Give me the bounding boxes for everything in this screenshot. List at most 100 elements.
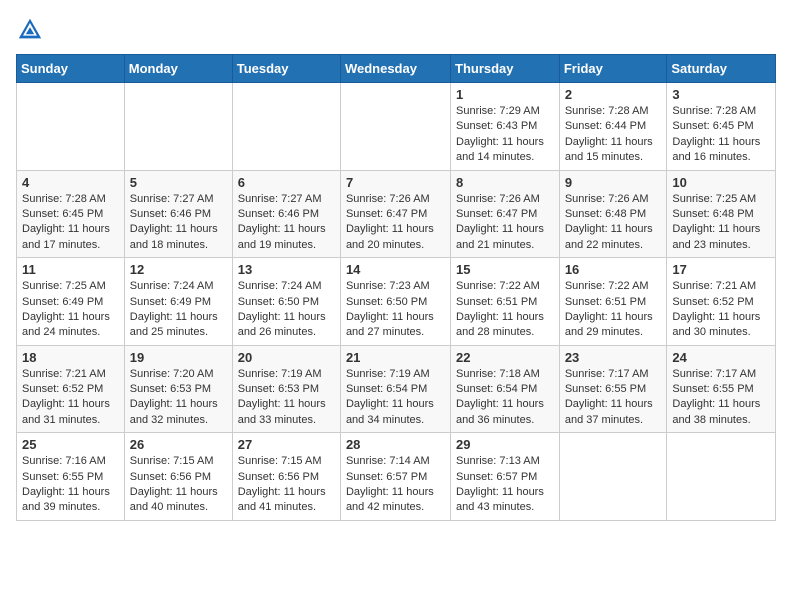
page-header xyxy=(16,16,776,44)
day-cell: 5 Sunrise: 7:27 AMSunset: 6:46 PMDaylight… xyxy=(124,170,232,258)
col-header-saturday: Saturday xyxy=(667,55,776,83)
day-number: 25 xyxy=(22,437,119,452)
logo-icon xyxy=(16,16,44,44)
day-cell xyxy=(124,83,232,171)
col-header-wednesday: Wednesday xyxy=(340,55,450,83)
day-number: 14 xyxy=(346,262,445,277)
day-info: Sunrise: 7:16 AMSunset: 6:55 PMDaylight:… xyxy=(22,454,119,516)
day-cell: 21 Sunrise: 7:19 AMSunset: 6:54 PMDayligh… xyxy=(340,345,450,433)
day-cell: 11 Sunrise: 7:25 AMSunset: 6:49 PMDayligh… xyxy=(17,258,125,346)
day-number: 8 xyxy=(456,175,554,190)
week-row-3: 11 Sunrise: 7:25 AMSunset: 6:49 PMDayligh… xyxy=(17,258,776,346)
day-number: 17 xyxy=(672,262,770,277)
day-number: 10 xyxy=(672,175,770,190)
day-info: Sunrise: 7:23 AMSunset: 6:50 PMDaylight:… xyxy=(346,279,445,341)
day-number: 11 xyxy=(22,262,119,277)
day-cell xyxy=(340,83,450,171)
day-number: 26 xyxy=(130,437,227,452)
day-info: Sunrise: 7:19 AMSunset: 6:54 PMDaylight:… xyxy=(346,367,445,429)
day-cell: 26 Sunrise: 7:15 AMSunset: 6:56 PMDayligh… xyxy=(124,433,232,521)
day-info: Sunrise: 7:27 AMSunset: 6:46 PMDaylight:… xyxy=(130,192,227,254)
day-number: 13 xyxy=(238,262,335,277)
day-info: Sunrise: 7:21 AMSunset: 6:52 PMDaylight:… xyxy=(672,279,770,341)
day-number: 12 xyxy=(130,262,227,277)
day-cell xyxy=(559,433,667,521)
day-cell: 7 Sunrise: 7:26 AMSunset: 6:47 PMDaylight… xyxy=(340,170,450,258)
day-info: Sunrise: 7:25 AMSunset: 6:48 PMDaylight:… xyxy=(672,192,770,254)
day-cell xyxy=(232,83,340,171)
day-info: Sunrise: 7:19 AMSunset: 6:53 PMDaylight:… xyxy=(238,367,335,429)
day-number: 19 xyxy=(130,350,227,365)
day-number: 1 xyxy=(456,87,554,102)
day-cell: 12 Sunrise: 7:24 AMSunset: 6:49 PMDayligh… xyxy=(124,258,232,346)
day-number: 24 xyxy=(672,350,770,365)
col-header-monday: Monday xyxy=(124,55,232,83)
day-info: Sunrise: 7:24 AMSunset: 6:49 PMDaylight:… xyxy=(130,279,227,341)
day-cell: 19 Sunrise: 7:20 AMSunset: 6:53 PMDayligh… xyxy=(124,345,232,433)
day-number: 18 xyxy=(22,350,119,365)
day-number: 15 xyxy=(456,262,554,277)
day-cell: 2 Sunrise: 7:28 AMSunset: 6:44 PMDaylight… xyxy=(559,83,667,171)
day-cell: 8 Sunrise: 7:26 AMSunset: 6:47 PMDaylight… xyxy=(451,170,560,258)
day-info: Sunrise: 7:13 AMSunset: 6:57 PMDaylight:… xyxy=(456,454,554,516)
day-number: 28 xyxy=(346,437,445,452)
day-number: 21 xyxy=(346,350,445,365)
day-info: Sunrise: 7:15 AMSunset: 6:56 PMDaylight:… xyxy=(238,454,335,516)
day-cell: 9Sunrise: 7:26 AMSunset: 6:48 PMDaylight… xyxy=(559,170,667,258)
day-info: Sunrise: 7:21 AMSunset: 6:52 PMDaylight:… xyxy=(22,367,119,429)
day-info: Sunrise: 7:15 AMSunset: 6:56 PMDaylight:… xyxy=(130,454,227,516)
day-cell: 17 Sunrise: 7:21 AMSunset: 6:52 PMDayligh… xyxy=(667,258,776,346)
day-cell: 23 Sunrise: 7:17 AMSunset: 6:55 PMDayligh… xyxy=(559,345,667,433)
day-info: Sunrise: 7:29 AMSunset: 6:43 PMDaylight:… xyxy=(456,104,554,166)
day-info: Sunrise: 7:18 AMSunset: 6:54 PMDaylight:… xyxy=(456,367,554,429)
day-info: Sunrise: 7:17 AMSunset: 6:55 PMDaylight:… xyxy=(672,367,770,429)
week-row-4: 18 Sunrise: 7:21 AMSunset: 6:52 PMDayligh… xyxy=(17,345,776,433)
week-row-5: 25 Sunrise: 7:16 AMSunset: 6:55 PMDayligh… xyxy=(17,433,776,521)
day-info: Sunrise: 7:26 AMSunset: 6:47 PMDaylight:… xyxy=(346,192,445,254)
col-header-tuesday: Tuesday xyxy=(232,55,340,83)
day-info: Sunrise: 7:22 AMSunset: 6:51 PMDaylight:… xyxy=(456,279,554,341)
day-number: 2 xyxy=(565,87,662,102)
day-info: Sunrise: 7:28 AMSunset: 6:45 PMDaylight:… xyxy=(22,192,119,254)
day-cell: 13 Sunrise: 7:24 AMSunset: 6:50 PMDayligh… xyxy=(232,258,340,346)
day-cell: 15 Sunrise: 7:22 AMSunset: 6:51 PMDayligh… xyxy=(451,258,560,346)
day-cell: 6 Sunrise: 7:27 AMSunset: 6:46 PMDaylight… xyxy=(232,170,340,258)
day-cell: 4Sunrise: 7:28 AMSunset: 6:45 PMDaylight… xyxy=(17,170,125,258)
day-number: 22 xyxy=(456,350,554,365)
day-info: Sunrise: 7:26 AMSunset: 6:48 PMDaylight:… xyxy=(565,192,662,254)
day-cell: 3 Sunrise: 7:28 AMSunset: 6:45 PMDaylight… xyxy=(667,83,776,171)
day-info: Sunrise: 7:20 AMSunset: 6:53 PMDaylight:… xyxy=(130,367,227,429)
day-cell xyxy=(667,433,776,521)
day-cell: 14 Sunrise: 7:23 AMSunset: 6:50 PMDayligh… xyxy=(340,258,450,346)
week-row-2: 4Sunrise: 7:28 AMSunset: 6:45 PMDaylight… xyxy=(17,170,776,258)
day-number: 16 xyxy=(565,262,662,277)
day-number: 7 xyxy=(346,175,445,190)
day-cell: 18 Sunrise: 7:21 AMSunset: 6:52 PMDayligh… xyxy=(17,345,125,433)
day-cell: 24 Sunrise: 7:17 AMSunset: 6:55 PMDayligh… xyxy=(667,345,776,433)
col-header-friday: Friday xyxy=(559,55,667,83)
day-cell: 25 Sunrise: 7:16 AMSunset: 6:55 PMDayligh… xyxy=(17,433,125,521)
day-cell: 29 Sunrise: 7:13 AMSunset: 6:57 PMDayligh… xyxy=(451,433,560,521)
day-number: 29 xyxy=(456,437,554,452)
day-cell xyxy=(17,83,125,171)
day-info: Sunrise: 7:26 AMSunset: 6:47 PMDaylight:… xyxy=(456,192,554,254)
day-number: 3 xyxy=(672,87,770,102)
day-number: 27 xyxy=(238,437,335,452)
day-info: Sunrise: 7:14 AMSunset: 6:57 PMDaylight:… xyxy=(346,454,445,516)
calendar-header-row: SundayMondayTuesdayWednesdayThursdayFrid… xyxy=(17,55,776,83)
day-cell: 20Sunrise: 7:19 AMSunset: 6:53 PMDayligh… xyxy=(232,345,340,433)
day-number: 5 xyxy=(130,175,227,190)
day-cell: 10 Sunrise: 7:25 AMSunset: 6:48 PMDayligh… xyxy=(667,170,776,258)
day-number: 6 xyxy=(238,175,335,190)
day-cell: 28 Sunrise: 7:14 AMSunset: 6:57 PMDayligh… xyxy=(340,433,450,521)
day-info: Sunrise: 7:27 AMSunset: 6:46 PMDaylight:… xyxy=(238,192,335,254)
calendar-table: SundayMondayTuesdayWednesdayThursdayFrid… xyxy=(16,54,776,521)
day-info: Sunrise: 7:17 AMSunset: 6:55 PMDaylight:… xyxy=(565,367,662,429)
day-number: 23 xyxy=(565,350,662,365)
day-info: Sunrise: 7:28 AMSunset: 6:44 PMDaylight:… xyxy=(565,104,662,166)
day-info: Sunrise: 7:25 AMSunset: 6:49 PMDaylight:… xyxy=(22,279,119,341)
day-info: Sunrise: 7:28 AMSunset: 6:45 PMDaylight:… xyxy=(672,104,770,166)
day-cell: 1 Sunrise: 7:29 AMSunset: 6:43 PMDaylight… xyxy=(451,83,560,171)
day-info: Sunrise: 7:24 AMSunset: 6:50 PMDaylight:… xyxy=(238,279,335,341)
col-header-sunday: Sunday xyxy=(17,55,125,83)
